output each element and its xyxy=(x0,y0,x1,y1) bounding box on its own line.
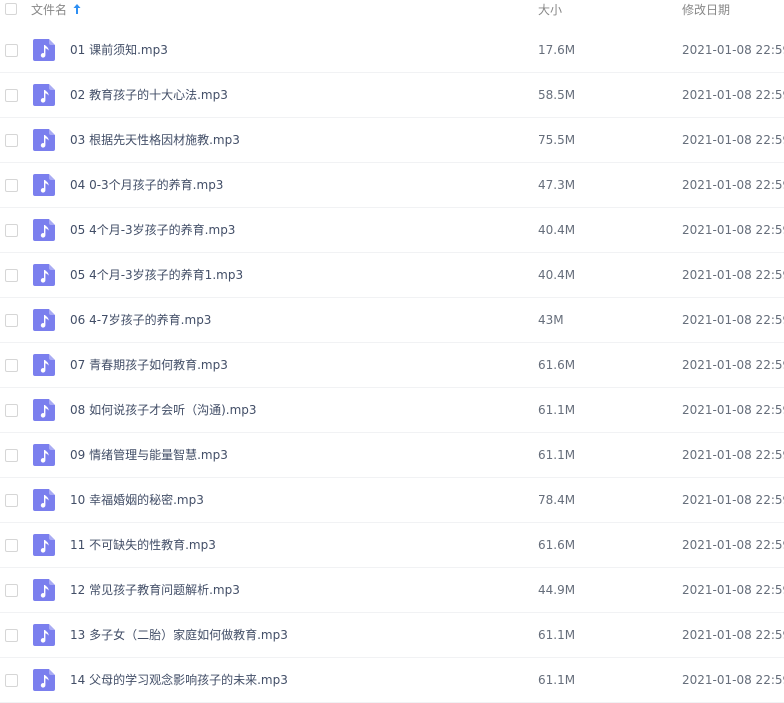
file-modified-date: 2021-01-08 22:59 xyxy=(682,538,784,552)
file-name[interactable]: 11 不可缺失的性教育.mp3 xyxy=(70,523,216,568)
file-name[interactable]: 05 4个月-3岁孩子的养育1.mp3 xyxy=(70,253,243,298)
row-checkbox[interactable] xyxy=(5,629,18,642)
file-row[interactable]: 06 4-7岁孩子的养育.mp3 43M 2021-01-08 22:59 xyxy=(0,298,784,343)
file-modified-date: 2021-01-08 22:59 xyxy=(682,223,784,237)
file-row[interactable]: 08 如何说孩子才会听（沟通).mp3 61.1M 2021-01-08 22:59 xyxy=(0,388,784,433)
file-size: 61.1M xyxy=(538,628,576,642)
file-modified-date: 2021-01-08 22:59 xyxy=(682,403,784,417)
file-row[interactable]: 05 4个月-3岁孩子的养育1.mp3 40.4M 2021-01-08 22:59 xyxy=(0,253,784,298)
file-size: 40.4M xyxy=(538,223,576,237)
row-checkbox[interactable] xyxy=(5,44,18,57)
file-size: 47.3M xyxy=(538,178,576,192)
file-size: 75.5M xyxy=(538,133,576,147)
file-size: 58.5M xyxy=(538,88,576,102)
file-name[interactable]: 13 多子女（二胎）家庭如何做教育.mp3 xyxy=(70,613,288,658)
file-name[interactable]: 04 0-3个月孩子的养育.mp3 xyxy=(70,163,223,208)
row-checkbox[interactable] xyxy=(5,449,18,462)
file-modified-date: 2021-01-08 22:59 xyxy=(682,358,784,372)
select-all-checkbox[interactable] xyxy=(5,3,17,15)
file-row[interactable]: 10 幸福婚姻的秘密.mp3 78.4M 2021-01-08 22:59 xyxy=(0,478,784,523)
file-name[interactable]: 10 幸福婚姻的秘密.mp3 xyxy=(70,478,204,523)
file-name[interactable]: 09 情绪管理与能量智慧.mp3 xyxy=(70,433,228,478)
file-modified-date: 2021-01-08 22:59 xyxy=(682,673,784,687)
file-row[interactable]: 07 青春期孩子如何教育.mp3 61.6M 2021-01-08 22:59 xyxy=(0,343,784,388)
audio-file-icon xyxy=(33,444,55,466)
audio-file-icon xyxy=(33,264,55,286)
column-header-date[interactable]: 修改日期 xyxy=(682,1,730,19)
file-modified-date: 2021-01-08 22:59 xyxy=(682,178,784,192)
row-checkbox[interactable] xyxy=(5,179,18,192)
file-row[interactable]: 01 课前须知.mp3 17.6M 2021-01-08 22:59 xyxy=(0,28,784,73)
file-modified-date: 2021-01-08 22:59 xyxy=(682,43,784,57)
file-row[interactable]: 09 情绪管理与能量智慧.mp3 61.1M 2021-01-08 22:59 xyxy=(0,433,784,478)
file-size: 78.4M xyxy=(538,493,576,507)
file-row[interactable]: 13 多子女（二胎）家庭如何做教育.mp3 61.1M 2021-01-08 22:… xyxy=(0,613,784,658)
audio-file-icon xyxy=(33,624,55,646)
file-list-header: 文件名 大小 修改日期 xyxy=(0,0,784,20)
row-checkbox[interactable] xyxy=(5,674,18,687)
file-name[interactable]: 14 父母的学习观念影响孩子的未来.mp3 xyxy=(70,658,288,703)
file-name[interactable]: 12 常见孩子教育问题解析.mp3 xyxy=(70,568,240,613)
file-modified-date: 2021-01-08 22:59 xyxy=(682,133,784,147)
file-modified-date: 2021-01-08 22:59 xyxy=(682,448,784,462)
file-size: 43M xyxy=(538,313,564,327)
file-size: 61.6M xyxy=(538,538,576,552)
file-modified-date: 2021-01-08 22:59 xyxy=(682,313,784,327)
file-modified-date: 2021-01-08 22:59 xyxy=(682,628,784,642)
file-name[interactable]: 02 教育孩子的十大心法.mp3 xyxy=(70,73,228,118)
file-size: 17.6M xyxy=(538,43,576,57)
audio-file-icon xyxy=(33,399,55,421)
file-size: 61.6M xyxy=(538,358,576,372)
file-modified-date: 2021-01-08 22:59 xyxy=(682,493,784,507)
file-name[interactable]: 07 青春期孩子如何教育.mp3 xyxy=(70,343,228,388)
row-checkbox[interactable] xyxy=(5,269,18,282)
audio-file-icon xyxy=(33,669,55,691)
file-row[interactable]: 03 根据先天性格因材施教.mp3 75.5M 2021-01-08 22:59 xyxy=(0,118,784,163)
row-checkbox[interactable] xyxy=(5,494,18,507)
file-name[interactable]: 08 如何说孩子才会听（沟通).mp3 xyxy=(70,388,257,433)
audio-file-icon xyxy=(33,39,55,61)
file-modified-date: 2021-01-08 22:59 xyxy=(682,88,784,102)
file-row[interactable]: 05 4个月-3岁孩子的养育.mp3 40.4M 2021-01-08 22:59 xyxy=(0,208,784,253)
file-size: 44.9M xyxy=(538,583,576,597)
row-checkbox[interactable] xyxy=(5,539,18,552)
audio-file-icon xyxy=(33,354,55,376)
file-row[interactable]: 11 不可缺失的性教育.mp3 61.6M 2021-01-08 22:59 xyxy=(0,523,784,568)
file-row[interactable]: 02 教育孩子的十大心法.mp3 58.5M 2021-01-08 22:59 xyxy=(0,73,784,118)
file-modified-date: 2021-01-08 22:59 xyxy=(682,583,784,597)
row-checkbox[interactable] xyxy=(5,89,18,102)
file-size: 61.1M xyxy=(538,448,576,462)
row-checkbox[interactable] xyxy=(5,224,18,237)
file-name[interactable]: 05 4个月-3岁孩子的养育.mp3 xyxy=(70,208,235,253)
file-row[interactable]: 12 常见孩子教育问题解析.mp3 44.9M 2021-01-08 22:59 xyxy=(0,568,784,613)
column-header-size[interactable]: 大小 xyxy=(538,1,562,19)
arrow-up-icon[interactable] xyxy=(72,3,82,15)
audio-file-icon xyxy=(33,174,55,196)
file-size: 61.1M xyxy=(538,403,576,417)
row-checkbox[interactable] xyxy=(5,314,18,327)
file-size: 40.4M xyxy=(538,268,576,282)
file-row[interactable]: 04 0-3个月孩子的养育.mp3 47.3M 2021-01-08 22:59 xyxy=(0,163,784,208)
audio-file-icon xyxy=(33,84,55,106)
file-name[interactable]: 01 课前须知.mp3 xyxy=(70,28,168,73)
file-size: 61.1M xyxy=(538,673,576,687)
audio-file-icon xyxy=(33,534,55,556)
row-checkbox[interactable] xyxy=(5,134,18,147)
row-checkbox[interactable] xyxy=(5,584,18,597)
audio-file-icon xyxy=(33,129,55,151)
file-name[interactable]: 06 4-7岁孩子的养育.mp3 xyxy=(70,298,211,343)
audio-file-icon xyxy=(33,579,55,601)
file-modified-date: 2021-01-08 22:59 xyxy=(682,268,784,282)
column-header-name[interactable]: 文件名 xyxy=(31,1,67,19)
audio-file-icon xyxy=(33,219,55,241)
row-checkbox[interactable] xyxy=(5,359,18,372)
row-checkbox[interactable] xyxy=(5,404,18,417)
audio-file-icon xyxy=(33,489,55,511)
audio-file-icon xyxy=(33,309,55,331)
file-row[interactable]: 14 父母的学习观念影响孩子的未来.mp3 61.1M 2021-01-08 22:… xyxy=(0,658,784,703)
file-name[interactable]: 03 根据先天性格因材施教.mp3 xyxy=(70,118,240,163)
